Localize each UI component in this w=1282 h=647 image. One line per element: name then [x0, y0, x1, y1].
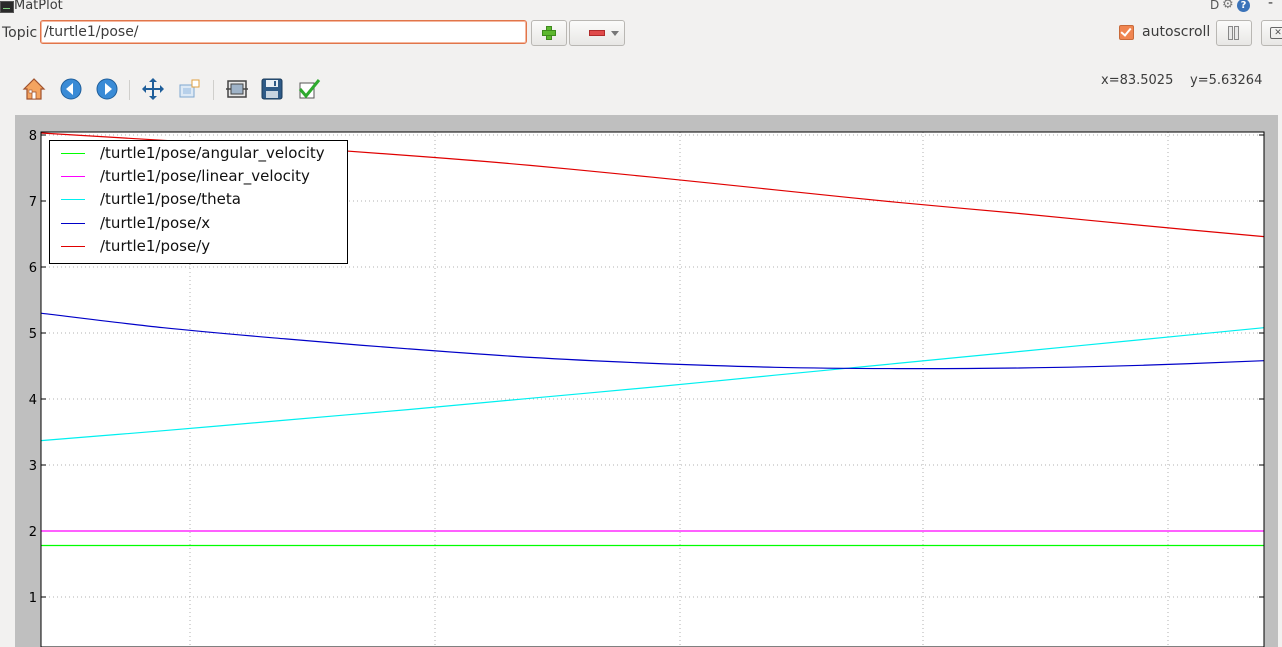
add-topic-button[interactable]: [531, 20, 567, 46]
legend-label: /turtle1/pose/x: [100, 213, 211, 232]
legend-swatch: [61, 245, 85, 247]
y-tick-label: 3: [29, 459, 37, 474]
zoom-icon[interactable]: [178, 77, 202, 101]
window-title: MatPlot: [14, 0, 63, 13]
autoscroll-checkbox[interactable]: [1119, 25, 1134, 40]
topic-input[interactable]: [40, 20, 527, 44]
plot-toolbar: [0, 74, 1282, 106]
y-tick-label: 7: [29, 195, 37, 210]
legend-item: /turtle1/pose/theta: [50, 188, 347, 211]
legend-label: /turtle1/pose/angular_velocity: [100, 144, 325, 162]
pause-icon: [1228, 26, 1240, 40]
gear-icon[interactable]: ⚙: [1222, 0, 1234, 11]
cursor-x-readout: x=83.5025: [1101, 73, 1174, 88]
save-icon[interactable]: [260, 77, 284, 101]
dock-button[interactable]: D: [1210, 0, 1219, 12]
legend-label: /turtle1/pose/y: [100, 236, 211, 255]
legend-item: /turtle1/pose/x: [50, 212, 347, 235]
topic-label: Topic: [2, 25, 38, 41]
y-tick-label: 1: [29, 591, 37, 606]
forward-icon[interactable]: [95, 77, 119, 101]
legend-swatch: [61, 153, 85, 154]
pause-button[interactable]: [1216, 20, 1252, 46]
y-tick-label: 2: [29, 525, 37, 540]
cursor-y-readout: y=5.63264: [1190, 73, 1263, 88]
checkmark-icon[interactable]: [297, 77, 321, 101]
toolbar-separator: [129, 80, 130, 100]
subplots-icon[interactable]: [225, 77, 249, 101]
legend-swatch: [61, 176, 85, 178]
y-tick-label: 5: [29, 327, 37, 342]
back-icon[interactable]: [59, 77, 83, 101]
home-icon[interactable]: [22, 77, 46, 101]
remove-topic-button[interactable]: [569, 20, 625, 46]
window-titlebar: MatPlot D ⚙ ? -: [0, 0, 1282, 14]
app-icon: [0, 1, 14, 13]
legend-swatch: [61, 222, 85, 224]
clear-button[interactable]: ✕: [1261, 20, 1282, 46]
plus-icon: [542, 26, 556, 40]
clear-icon: ✕: [1270, 27, 1282, 39]
y-tick-label: 6: [29, 261, 37, 276]
chevron-down-icon: [611, 31, 619, 36]
legend-item: /turtle1/pose/linear_velocity: [50, 165, 347, 188]
legend-item: /turtle1/pose/angular_velocity: [50, 142, 347, 165]
toolbar-separator: [213, 80, 214, 100]
chart-legend: /turtle1/pose/angular_velocity/turtle1/p…: [49, 140, 348, 264]
minimize-button[interactable]: -: [1268, 0, 1273, 10]
autoscroll-label: autoscroll: [1142, 24, 1211, 40]
help-icon[interactable]: ?: [1237, 0, 1250, 12]
minus-icon: [589, 30, 605, 36]
legend-label: /turtle1/pose/linear_velocity: [100, 167, 310, 186]
y-tick-label: 4: [29, 393, 37, 408]
legend-item: /turtle1/pose/y: [50, 235, 347, 258]
legend-swatch: [61, 199, 85, 201]
y-tick-label: 8: [29, 129, 37, 144]
topic-bar: Topic autoscroll ✕: [0, 19, 1282, 47]
legend-label: /turtle1/pose/theta: [100, 190, 241, 209]
pan-icon[interactable]: [141, 77, 165, 101]
